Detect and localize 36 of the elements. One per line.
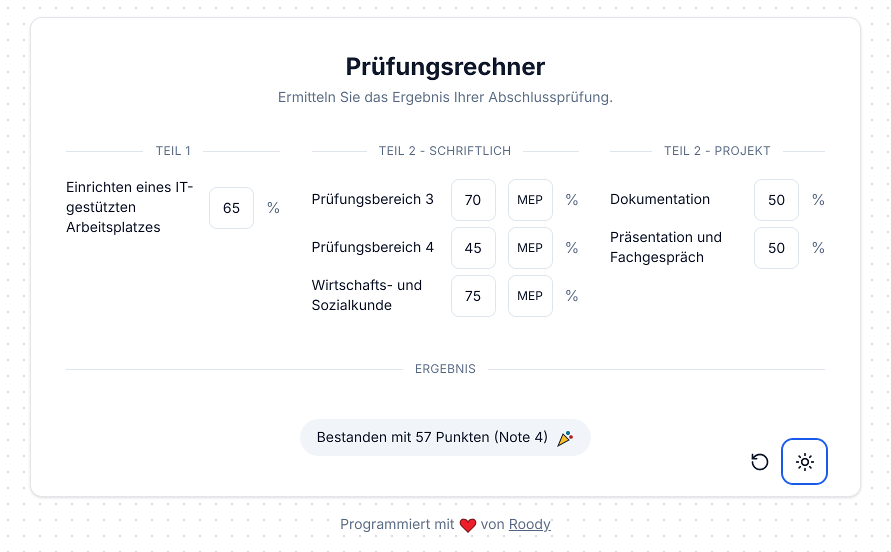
score-input[interactable]: 75	[450, 275, 496, 317]
section-heading: TEIL 2 - PROJEKT	[664, 142, 772, 160]
score-input[interactable]: 65	[209, 187, 254, 229]
field-label: Wirtschafts- und Sozialkunde	[312, 276, 424, 316]
reset-icon	[750, 452, 770, 472]
percent-unit: %	[266, 196, 280, 219]
percent-unit: %	[811, 188, 825, 211]
field-label: Prüfungsbereich 3	[312, 190, 435, 210]
score-input[interactable]: 70	[450, 179, 496, 221]
footer-text: Programmiert mit	[340, 515, 455, 535]
field-label: Einrichten eines IT-gestützten Arbeitsplatzes	[66, 178, 195, 238]
heart-icon	[458, 516, 477, 532]
score-input[interactable]: 50	[754, 179, 799, 221]
section-heading: TEIL 2 - SCHRIFTLICH	[378, 142, 512, 160]
theme-toggle-button[interactable]	[781, 438, 828, 485]
page-title: Prüfungsrechner	[344, 51, 546, 83]
footer-text: von	[480, 515, 505, 535]
field-label: Präsentation und Fachgespräch	[610, 228, 724, 268]
field-label: Prüfungsbereich 4	[312, 238, 436, 258]
score-input[interactable]: 45	[450, 227, 496, 269]
percent-unit: %	[811, 236, 825, 259]
mep-button[interactable]: MEP	[508, 275, 552, 317]
mep-button[interactable]: MEP	[508, 179, 552, 221]
subtitle: Ermitteln Sie das Ergebnis Ihrer Abschlussprüfung.	[276, 88, 614, 108]
score-input[interactable]: 50	[754, 227, 799, 269]
section-heading: TEIL 1	[155, 142, 191, 160]
result-text: Bestanden mit 57 Punkten (Note 4)	[316, 428, 548, 448]
author-link[interactable]: Roody	[508, 514, 551, 535]
field-label: Dokumentation	[610, 190, 712, 210]
percent-unit: %	[564, 284, 578, 307]
mep-button[interactable]: MEP	[508, 227, 552, 269]
percent-unit: %	[564, 188, 578, 211]
party-popper-icon	[556, 428, 574, 446]
sun-icon	[794, 452, 814, 472]
percent-unit: %	[564, 236, 578, 259]
result-heading: ERGEBNIS	[414, 360, 476, 378]
